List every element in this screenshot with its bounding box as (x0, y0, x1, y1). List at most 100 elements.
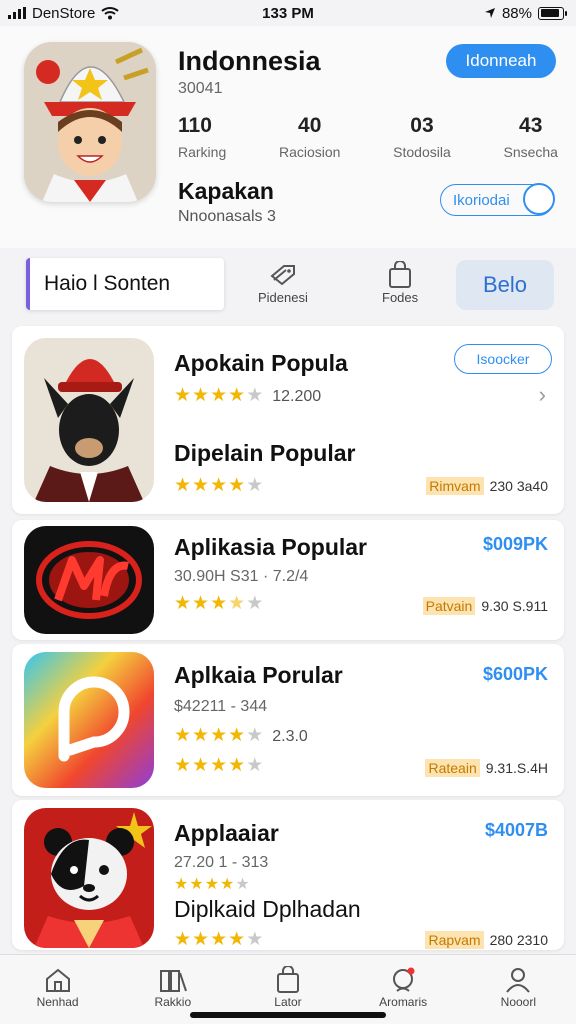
bag-icon (275, 965, 301, 995)
red-hat-character-icon[interactable] (24, 338, 154, 502)
rating-stars: ★★★★★ 12.200 (174, 385, 322, 406)
star-filled-icon: ★ (228, 385, 247, 406)
star-filled-icon: ★ (192, 385, 211, 406)
stat-reviews: 40 Raciosion (278, 114, 341, 160)
wifi-icon (101, 7, 120, 20)
rating-stars-secondary: ★★★★★ (174, 474, 264, 497)
star-half-icon: ★ (228, 593, 247, 614)
status-bar: DenStore 133 PM 88% (0, 0, 576, 26)
star-filled-icon: ★ (210, 755, 229, 776)
featured-app-icon[interactable] (24, 42, 156, 202)
star-filled-icon: ★ (192, 475, 211, 496)
star-filled-icon: ★ (210, 725, 229, 746)
app-name-secondary: Dipelain Popular (174, 440, 356, 466)
star-filled-icon: ★ (228, 475, 247, 496)
star-filled-icon: ★ (174, 876, 190, 893)
install-button[interactable]: Isoocker (454, 344, 552, 374)
list-item[interactable]: Aplikasia Popular 30.90H S31 · 7.2/4 ★★★… (12, 520, 564, 640)
star-filled-icon: ★ (204, 876, 221, 893)
nav-home[interactable]: Nenhad (13, 955, 103, 1024)
star-empty-icon: ★ (246, 475, 265, 496)
price-tag: Patvain 9.30 S.911 (422, 597, 548, 615)
star-filled-icon: ★ (210, 475, 229, 496)
rating-stars: ★★★★★ (174, 874, 251, 894)
list-item[interactable]: Applaaiar 27.20 1 - 313 ★★★★★ Diplkaid D… (12, 800, 564, 950)
app-meta: 30.90H S31 · 7.2/4 (174, 568, 309, 585)
bag-icon (387, 260, 413, 290)
star-filled-icon: ★ (174, 593, 193, 614)
location-icon (484, 8, 495, 18)
tab-fodes[interactable]: Fodes (382, 260, 418, 305)
app-meta: $42211 - 344 (174, 698, 268, 715)
stat-search: 43 Snsecha (503, 114, 558, 160)
price-tag: Rateain 9.31.S.4H (425, 759, 548, 777)
app-price[interactable]: $009PK (483, 534, 548, 555)
app-name: Apokain Popula (174, 350, 348, 376)
carrier-label: DenStore (32, 4, 96, 22)
star-empty-icon: ★ (246, 755, 265, 776)
star-filled-icon: ★ (228, 755, 247, 776)
rating-stars-secondary: ★★★★★ (174, 754, 264, 777)
section-subtitle: Nnoonasals 3 (178, 208, 276, 225)
rating-stars-secondary: ★★★★★ (174, 928, 264, 951)
app-price[interactable]: $4007B (485, 820, 548, 841)
star-filled-icon: ★ (174, 929, 193, 950)
nav-profile[interactable]: Nooorl (473, 955, 563, 1024)
toggle-knob (523, 183, 555, 215)
star-empty-icon: ★ (246, 725, 265, 746)
star-empty-icon: ★ (246, 929, 265, 950)
get-button[interactable]: Idonneah (446, 44, 556, 78)
star-filled-icon: ★ (174, 385, 193, 406)
panda-character-icon[interactable] (24, 808, 154, 948)
books-icon (158, 965, 188, 995)
list-item[interactable]: Apokain Popula ★★★★★ 12.200 Isoocker › Di… (12, 326, 564, 514)
stat-ranking: 110 Rarking (178, 114, 227, 160)
star-filled-icon: ★ (220, 876, 236, 893)
star-filled-icon: ★ (192, 755, 211, 776)
battery-percent: 88% (501, 4, 532, 22)
stat-downloads: 03 Stodosila (393, 114, 451, 160)
app-name: Aplikasia Popular (174, 534, 368, 560)
featured-title: Indonnesia (178, 46, 321, 76)
stats-row: 110 Rarking 40 Raciosion 03 Stodosila 43… (178, 114, 558, 160)
rating-stars: ★★★★★ 2.3.0 (174, 725, 308, 746)
star-filled-icon: ★ (192, 929, 211, 950)
battery-icon (538, 6, 567, 20)
star-filled-icon: ★ (192, 593, 211, 614)
star-filled-icon: ★ (210, 593, 229, 614)
app-meta: 27.20 1 - 313 (174, 854, 269, 871)
gradient-p-logo-icon[interactable] (24, 652, 154, 788)
price-tag: Rimvam 230 3a40 (426, 477, 548, 495)
section-title: Kapakan (178, 178, 274, 204)
app-name: Applaaiar (174, 820, 279, 846)
notifications-icon (389, 965, 417, 995)
app-name: Aplkaia Porular (174, 662, 343, 688)
chevron-right-icon[interactable]: › (539, 382, 546, 408)
tab-pidenesi[interactable]: Pidenesi (258, 260, 308, 305)
download-toggle[interactable]: Ikoriodai (440, 183, 555, 216)
home-indicator[interactable] (190, 1012, 386, 1018)
star-filled-icon: ★ (174, 475, 193, 496)
price-tag: Rapvam 280 2310 (425, 931, 548, 949)
star-filled-icon: ★ (228, 725, 247, 746)
star-filled-icon: ★ (189, 876, 205, 893)
star-filled-icon: ★ (174, 725, 193, 746)
star-filled-icon: ★ (174, 755, 193, 776)
star-filled-icon: ★ (228, 929, 247, 950)
tab-action-button[interactable]: Belo (456, 260, 554, 310)
star-empty-icon: ★ (246, 385, 265, 406)
star-filled-icon: ★ (210, 929, 229, 950)
star-empty-icon: ★ (235, 876, 251, 893)
rating-stars: ★★★★★ (174, 592, 264, 615)
tab-active[interactable]: Haio l Sonten (26, 258, 224, 310)
star-filled-icon: ★ (210, 385, 229, 406)
tag-icon (268, 260, 298, 290)
red-m-logo-icon[interactable] (24, 526, 154, 634)
profile-icon (504, 965, 532, 995)
app-price[interactable]: $600PK (483, 664, 548, 685)
star-empty-icon: ★ (246, 593, 265, 614)
featured-subtitle: 30041 (178, 80, 223, 97)
list-item[interactable]: Aplkaia Porular $42211 - 344 ★★★★★ 2.3.0 … (12, 644, 564, 796)
category-tabs: Haio l Sonten Pidenesi Fodes Belo (0, 248, 576, 320)
app-header: Indonnesia 30041 Idonneah 110 Rarking 40… (0, 26, 576, 248)
